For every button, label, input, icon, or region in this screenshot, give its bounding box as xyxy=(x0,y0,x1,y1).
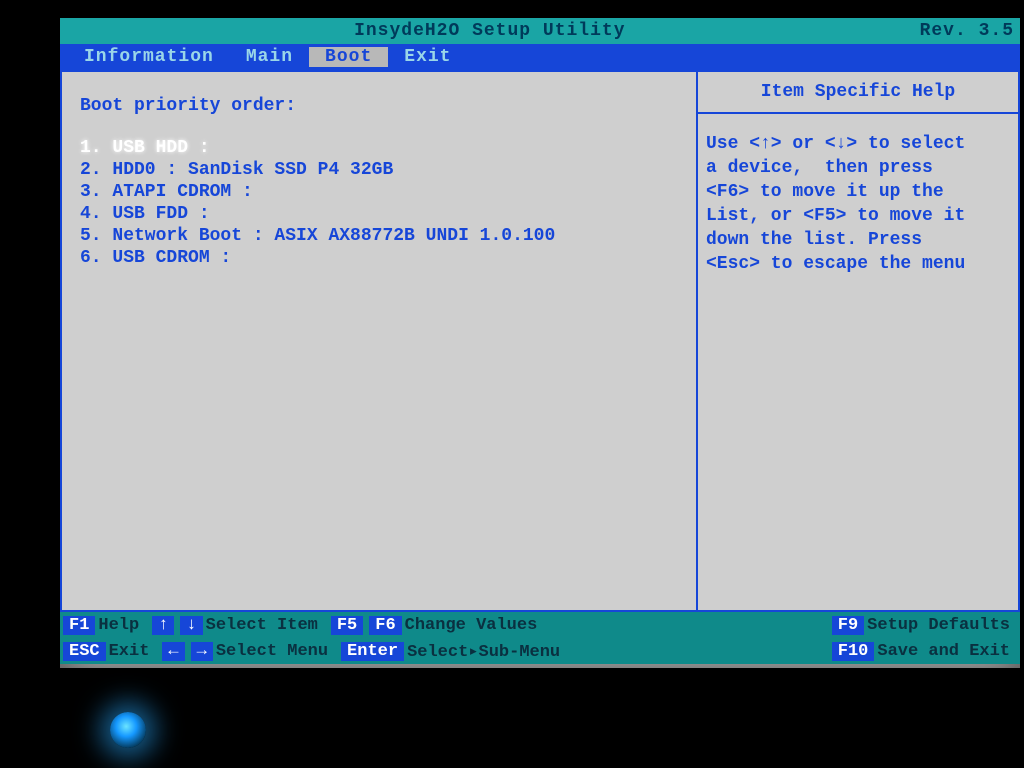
key-left[interactable]: ← xyxy=(162,642,184,661)
key-f9[interactable]: F9 xyxy=(832,616,864,635)
utility-title: InsydeH2O Setup Utility xyxy=(60,21,920,41)
boot-panel: Boot priority order: 1. USB HDD : 2. HDD… xyxy=(60,72,696,612)
help-body: Use <↑> or <↓> to select a device, then … xyxy=(698,114,1018,284)
hint-setup-defaults: Setup Defaults xyxy=(867,616,1020,635)
footer-row-1: F1Help ↑ ↓Select Item F5 F6Change Values… xyxy=(60,612,1020,638)
main-area: Boot priority order: 1. USB HDD : 2. HDD… xyxy=(60,70,1020,612)
key-f5[interactable]: F5 xyxy=(331,616,363,635)
hint-select-submenu: Select▸Sub-Menu xyxy=(407,641,570,662)
boot-item-2[interactable]: 2. HDD0 : SanDisk SSD P4 32GB xyxy=(80,160,678,180)
key-down[interactable]: ↓ xyxy=(180,616,202,635)
key-esc[interactable]: ESC xyxy=(63,642,106,661)
boot-item-3[interactable]: 3. ATAPI CDROM : xyxy=(80,182,678,202)
hint-save-exit: Save and Exit xyxy=(877,642,1020,661)
tab-main[interactable]: Main xyxy=(230,47,309,67)
hint-help: Help xyxy=(98,616,149,635)
hint-select-menu: Select Menu xyxy=(216,642,338,661)
menu-bar: Information Main Boot Exit xyxy=(60,44,1020,70)
boot-item-1[interactable]: 1. USB HDD : xyxy=(80,138,678,158)
boot-order-list[interactable]: 1. USB HDD : 2. HDD0 : SanDisk SSD P4 32… xyxy=(80,138,678,268)
title-bar: InsydeH2O Setup Utility Rev. 3.5 xyxy=(60,18,1020,44)
key-right[interactable]: → xyxy=(191,642,213,661)
boot-item-6[interactable]: 6. USB CDROM : xyxy=(80,248,678,268)
key-up[interactable]: ↑ xyxy=(152,616,174,635)
footer-bar: F1Help ↑ ↓Select Item F5 F6Change Values… xyxy=(60,612,1020,664)
hint-exit: Exit xyxy=(109,642,160,661)
key-f10[interactable]: F10 xyxy=(832,642,875,661)
boot-priority-heading: Boot priority order: xyxy=(80,96,678,116)
help-title: Item Specific Help xyxy=(698,72,1018,114)
power-led-icon xyxy=(110,712,146,748)
revision-label: Rev. 3.5 xyxy=(920,21,1020,41)
tab-information[interactable]: Information xyxy=(68,47,230,67)
hint-change-values: Change Values xyxy=(405,616,548,635)
hint-select-item: Select Item xyxy=(206,616,328,635)
key-f6[interactable]: F6 xyxy=(369,616,401,635)
bios-screen: InsydeH2O Setup Utility Rev. 3.5 Informa… xyxy=(60,18,1020,668)
key-enter[interactable]: Enter xyxy=(341,642,404,661)
boot-item-4[interactable]: 4. USB FDD : xyxy=(80,204,678,224)
boot-item-5[interactable]: 5. Network Boot : ASIX AX88772B UNDI 1.0… xyxy=(80,226,678,246)
tab-exit[interactable]: Exit xyxy=(388,47,467,67)
key-f1[interactable]: F1 xyxy=(63,616,95,635)
footer-row-2: ESCExit ← →Select Menu EnterSelect▸Sub-M… xyxy=(60,638,1020,664)
help-panel: Item Specific Help Use <↑> or <↓> to sel… xyxy=(696,72,1020,612)
monitor-bezel xyxy=(0,688,1024,768)
tab-boot[interactable]: Boot xyxy=(309,47,388,67)
